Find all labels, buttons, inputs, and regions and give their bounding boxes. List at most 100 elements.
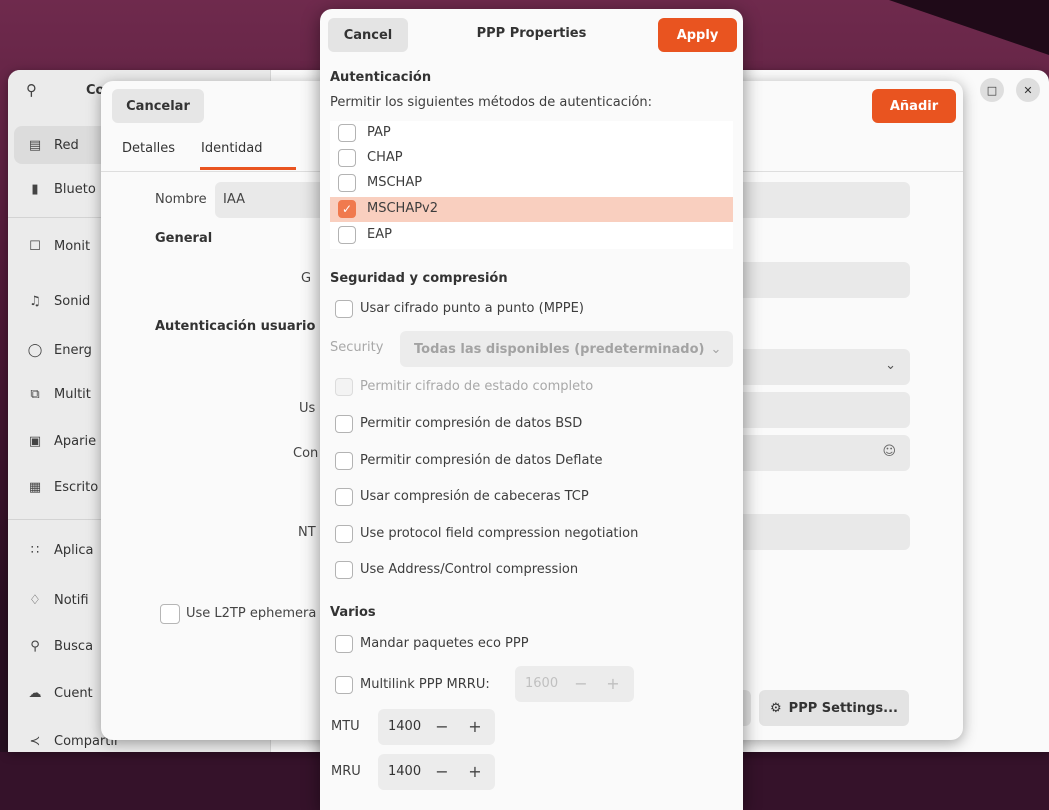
mru-spinbutton[interactable]: 1400 − + — [378, 754, 495, 790]
minus-icon[interactable]: − — [430, 715, 454, 739]
mtu-label: MTU — [331, 719, 360, 734]
desktop-icon: ▦ — [28, 479, 42, 495]
chevron-down-icon: ⌄ — [885, 358, 896, 373]
search-icon[interactable]: ⚲ — [26, 81, 37, 99]
sidebar-item-bluetooth[interactable]: ▮ Blueto — [16, 171, 96, 207]
ppp-settings-button[interactable]: ⚙ PPP Settings... — [759, 690, 909, 726]
sidebar-item-label: Busca — [54, 638, 94, 654]
sidebar-item-cuentas[interactable]: ☁ Cuent — [16, 675, 93, 711]
share-icon: ≺ — [29, 733, 41, 749]
misc-section-heading: Varios — [330, 605, 376, 620]
echo-packets-label: Mandar paquetes eco PPP — [360, 636, 529, 651]
nombre-label: Nombre — [155, 192, 207, 207]
auth-method-mschapv2[interactable]: ✓ MSCHAPv2 — [330, 197, 733, 222]
stateful-encryption-checkbox[interactable] — [335, 378, 353, 396]
mru-label: MRU — [331, 764, 361, 779]
sidebar-item-notificaciones[interactable]: ♢ Notifi — [16, 582, 89, 618]
protocol-field-compression-checkbox[interactable] — [335, 525, 353, 543]
sidebar-item-sonido[interactable]: ♫ Sonid — [16, 283, 90, 319]
nombre-value: IAA — [223, 192, 245, 207]
maximize-button[interactable]: □ — [980, 78, 1004, 102]
sidebar-item-escritorio[interactable]: ▦ Escrito — [16, 469, 98, 505]
tcp-header-compression-checkbox[interactable] — [335, 488, 353, 506]
vpn-add-button[interactable]: Añadir — [872, 89, 956, 123]
auth-method-eap[interactable]: EAP — [330, 223, 733, 248]
user-label: Us — [299, 401, 316, 416]
apps-icon: ∷ — [30, 542, 40, 558]
sidebar-item-aplicaciones[interactable]: ∷ Aplica — [16, 532, 94, 568]
multitasking-icon: ⧉ — [30, 386, 40, 402]
mppe-checkbox[interactable] — [335, 300, 353, 318]
gateway-label: G — [301, 271, 312, 286]
sidebar-item-label: Red — [54, 137, 79, 153]
gear-icon: ⚙ — [770, 700, 782, 716]
multilink-label: Multilink PPP MRRU: — [360, 677, 490, 692]
sidebar-item-multitarea[interactable]: ⧉ Multit — [16, 376, 91, 412]
mppe-label: Usar cifrado punto a punto (MPPE) — [360, 301, 584, 316]
sidebar-item-energia[interactable]: ◯ Energ — [16, 332, 92, 368]
auth-method-checkbox[interactable] — [338, 124, 356, 142]
sidebar-item-label: Aplica — [54, 542, 94, 558]
mrru-spinbutton[interactable]: 1600 − + — [515, 666, 634, 702]
minus-icon[interactable]: − — [569, 672, 593, 696]
nt-domain-label: NT — [298, 525, 316, 540]
l2tp-ephemeral-checkbox[interactable] — [160, 604, 180, 624]
security-label: Security — [330, 340, 384, 355]
bell-icon: ♢ — [29, 592, 41, 608]
mtu-value: 1400 — [388, 719, 422, 734]
plus-icon[interactable]: + — [463, 760, 487, 784]
vpn-cancel-button[interactable]: Cancelar — [112, 89, 204, 123]
tab-identidad[interactable]: Identidad — [201, 141, 263, 156]
auth-method-checkbox-checked[interactable]: ✓ — [338, 200, 356, 218]
sidebar-item-monitores[interactable]: ☐ Monit — [16, 228, 90, 264]
search-icon: ⚲ — [30, 638, 40, 654]
sidebar-item-red[interactable]: ▤ Red — [16, 127, 79, 163]
mtu-spinbutton[interactable]: 1400 − + — [378, 709, 495, 745]
auth-methods-list: PAP CHAP MSCHAP ✓ MSCHAPv2 EAP — [330, 121, 733, 249]
auth-method-label: MSCHAPv2 — [367, 201, 439, 216]
auth-method-label: CHAP — [367, 150, 403, 165]
auth-method-checkbox[interactable] — [338, 149, 356, 167]
sidebar-item-label: Blueto — [54, 181, 96, 197]
auth-section-heading: Autenticación — [330, 70, 432, 85]
deflate-compression-label: Permitir compresión de datos Deflate — [360, 453, 603, 468]
stateful-encryption-label: Permitir cifrado de estado completo — [360, 379, 594, 394]
sidebar-item-label: Notifi — [54, 592, 89, 608]
deflate-compression-checkbox[interactable] — [335, 452, 353, 470]
network-icon: ▤ — [28, 137, 42, 153]
tcp-header-compression-label: Usar compresión de cabeceras TCP — [360, 489, 589, 504]
tab-detalles[interactable]: Detalles — [122, 141, 175, 156]
address-control-compression-checkbox[interactable] — [335, 561, 353, 579]
ppp-properties-dialog: Cancel PPP Properties Apply Autenticació… — [320, 9, 743, 810]
appearance-icon: ▣ — [28, 433, 42, 449]
close-button[interactable]: ✕ — [1016, 78, 1040, 102]
maximize-icon: □ — [986, 83, 998, 97]
plus-icon[interactable]: + — [601, 672, 625, 696]
address-control-compression-label: Use Address/Control compression — [360, 562, 579, 577]
checkmark-icon: ✓ — [341, 202, 353, 216]
bluetooth-icon: ▮ — [31, 181, 39, 197]
user-options-icon[interactable]: ☺ — [882, 444, 896, 459]
sidebar-item-buscar[interactable]: ⚲ Busca — [16, 628, 93, 664]
multilink-checkbox[interactable] — [335, 676, 353, 694]
plus-icon[interactable]: + — [463, 715, 487, 739]
protocol-field-compression-label: Use protocol field compression negotiati… — [360, 526, 639, 541]
auth-method-checkbox[interactable] — [338, 226, 356, 244]
auth-method-label: EAP — [367, 227, 392, 242]
auth-method-label: MSCHAP — [367, 175, 423, 190]
sidebar-item-label: Energ — [54, 342, 92, 358]
close-icon: ✕ — [1023, 83, 1033, 97]
auth-method-chap[interactable]: CHAP — [330, 146, 733, 171]
security-dropdown[interactable]: Todas las disponibles (predeterminado) ⌄ — [400, 331, 733, 367]
echo-packets-checkbox[interactable] — [335, 635, 353, 653]
auth-method-checkbox[interactable] — [338, 174, 356, 192]
minus-icon[interactable]: − — [430, 760, 454, 784]
sidebar-item-label: Escrito — [54, 479, 99, 495]
apply-button[interactable]: Apply — [658, 18, 737, 52]
bsd-compression-checkbox[interactable] — [335, 415, 353, 433]
sidebar-item-apariencia[interactable]: ▣ Aparie — [16, 423, 96, 459]
auth-method-pap[interactable]: PAP — [330, 121, 733, 146]
sound-icon: ♫ — [29, 293, 41, 309]
auth-method-mschap[interactable]: MSCHAP — [330, 171, 733, 196]
active-tab-indicator — [200, 167, 296, 170]
